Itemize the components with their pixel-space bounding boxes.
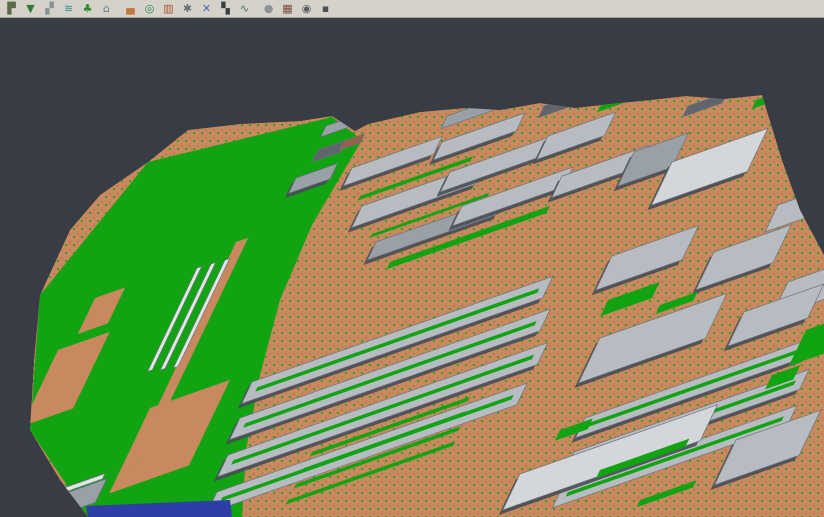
profile-icon[interactable]: ∿: [236, 0, 254, 18]
intensity-icon[interactable]: ▥: [160, 0, 178, 18]
point-cloud-canvas[interactable]: [0, 18, 824, 517]
texture-icon[interactable]: ▦: [279, 0, 297, 18]
sphere-icon[interactable]: ●: [260, 0, 278, 18]
measure-icon[interactable]: ✕: [198, 0, 216, 18]
ground-class-icon[interactable]: ▄: [122, 0, 140, 18]
info-icon[interactable]: ▪: [317, 0, 335, 18]
terrain-mesh: [0, 18, 824, 517]
app-window: ▛▼▞≋♣⌂ ▄◎▥✱✕▚∿ ●▦◉▪: [0, 0, 824, 517]
toolbar-separator: [254, 1, 259, 17]
building-class-icon[interactable]: ⌂: [98, 0, 116, 18]
settings-icon[interactable]: ✱: [179, 0, 197, 18]
terrain-model-icon[interactable]: ▼: [22, 0, 40, 18]
main-toolbar: ▛▼▞≋♣⌂ ▄◎▥✱✕▚∿ ●▦◉▪: [0, 0, 824, 18]
viewport-3d[interactable]: [0, 18, 824, 517]
toolbar-separator: [116, 1, 121, 17]
classify-icon[interactable]: ◎: [141, 0, 159, 18]
camera-icon[interactable]: ◉: [298, 0, 316, 18]
checker-icon[interactable]: ▚: [217, 0, 235, 18]
vegetation-class-icon[interactable]: ♣: [79, 0, 97, 18]
open-icon[interactable]: ▛: [3, 0, 21, 18]
point-grid-icon[interactable]: ▞: [41, 0, 59, 18]
water-surface-icon[interactable]: ≋: [60, 0, 78, 18]
